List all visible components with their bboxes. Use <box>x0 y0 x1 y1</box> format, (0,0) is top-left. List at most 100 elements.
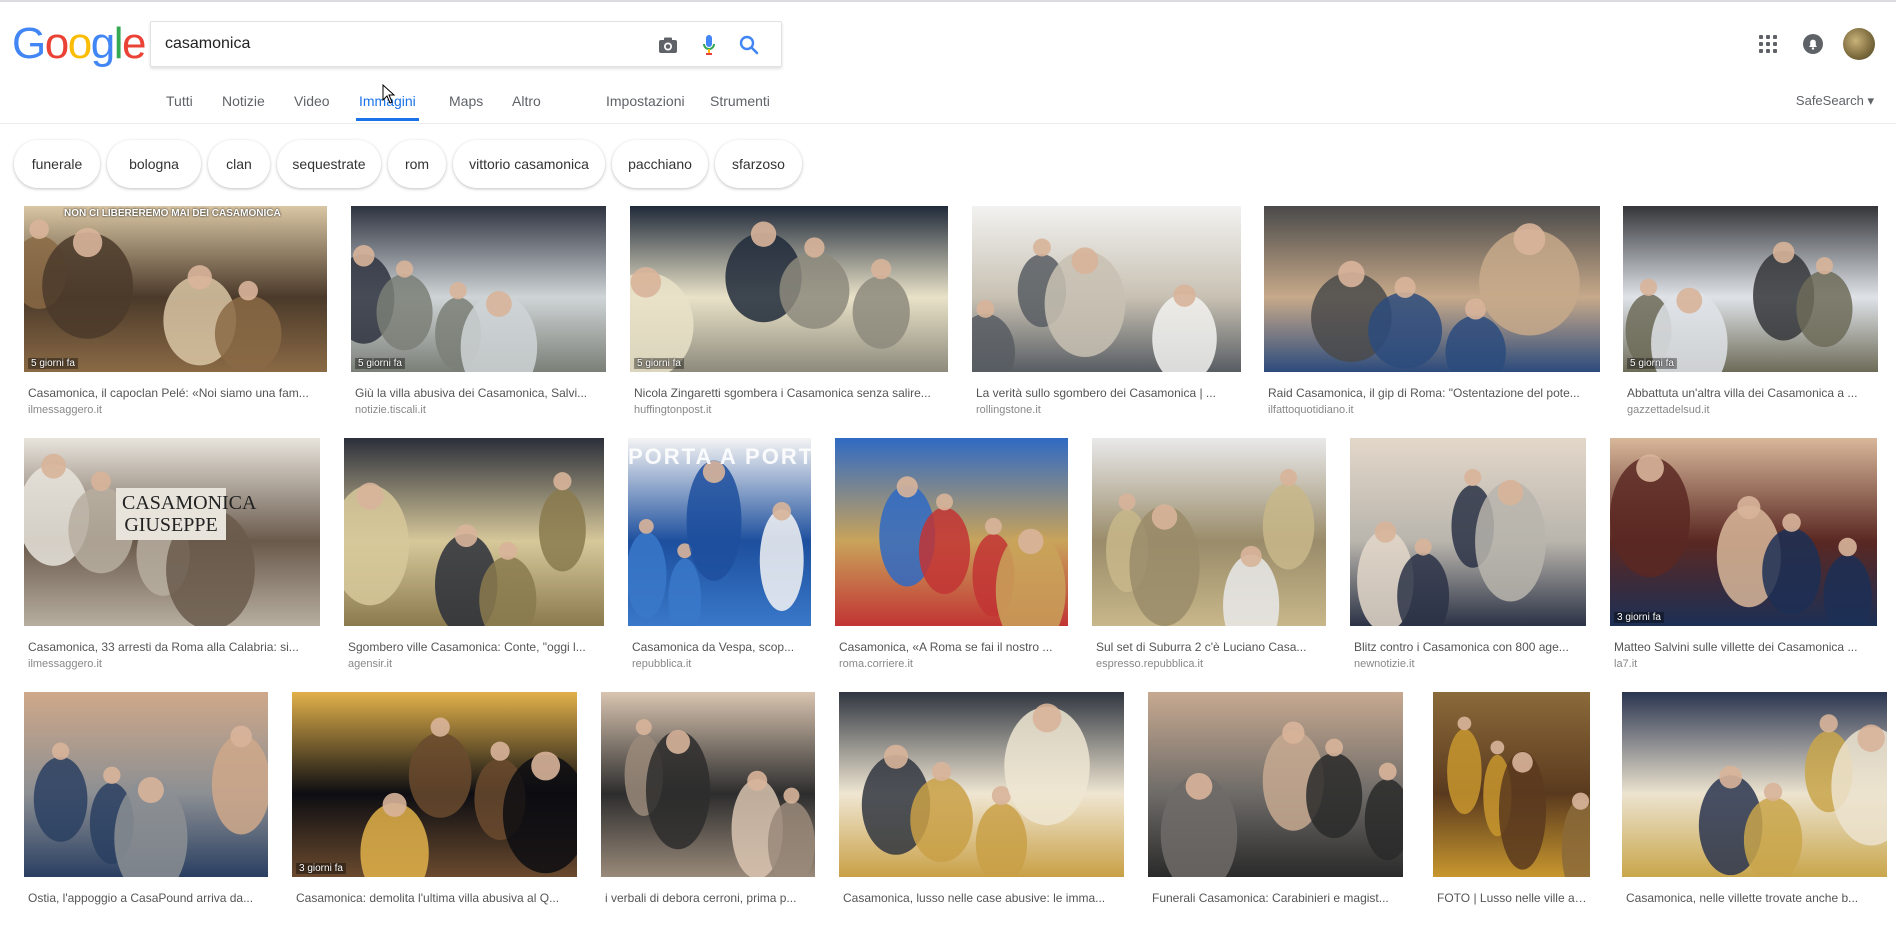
result-title[interactable]: FOTO | Lusso nelle ville ab... <box>1437 891 1588 905</box>
image-result[interactable]: 5 giorni fa Nicola Zingaretti sgombera i … <box>630 206 948 424</box>
result-thumbnail[interactable] <box>839 692 1124 877</box>
image-result[interactable]: Casamonica, «A Roma se fai il nostro ...… <box>835 438 1068 678</box>
image-result[interactable]: La verità sullo sgombero dei Casamonica … <box>972 206 1241 424</box>
result-title[interactable]: Ostia, l'appoggio a CasaPound arriva da.… <box>28 891 266 905</box>
result-title[interactable]: Funerali Casamonica: Carabinieri e magis… <box>1152 891 1401 905</box>
image-result[interactable]: Blitz contro i Casamonica con 800 age...… <box>1350 438 1586 678</box>
result-domain[interactable]: ilmessaggero.it <box>28 404 102 416</box>
notifications-icon[interactable] <box>1802 33 1824 55</box>
tab-impostazioni[interactable]: Impostazioni <box>606 93 685 109</box>
result-thumbnail[interactable]: NON CI LIBEREREMO MAI DEI CASAMONICA 5 gi… <box>24 206 327 372</box>
safesearch-menu[interactable]: SafeSearch ▾ <box>1796 93 1874 109</box>
chip-funerale[interactable]: funerale <box>14 140 100 188</box>
image-result[interactable]: FOTO | Lusso nelle ville ab... <box>1433 692 1590 929</box>
result-thumbnail[interactable] <box>24 692 268 877</box>
result-domain[interactable]: ilmessaggero.it <box>28 658 102 670</box>
result-title[interactable]: Casamonica, «A Roma se fai il nostro ... <box>839 640 1066 654</box>
image-result[interactable]: Casamonica, nelle villette trovate anche… <box>1622 692 1887 929</box>
chip-sequestrate[interactable]: sequestrate <box>277 140 381 188</box>
chip-sfarzoso[interactable]: sfarzoso <box>715 140 802 188</box>
result-title[interactable]: Casamonica da Vespa, scop... <box>632 640 809 654</box>
result-thumbnail[interactable]: 5 giorni fa <box>351 206 606 372</box>
tab-video[interactable]: Video <box>294 93 330 109</box>
image-result[interactable]: Raid Casamonica, il gip di Roma: "Ostent… <box>1264 206 1600 424</box>
tab-maps[interactable]: Maps <box>449 93 483 109</box>
search-icon[interactable] <box>737 33 761 57</box>
image-result[interactable]: NON CI LIBEREREMO MAI DEI CASAMONICA 5 gi… <box>24 206 327 424</box>
result-thumbnail[interactable]: CASAMONICA GIUSEPPE <box>24 438 320 626</box>
apps-grid-icon[interactable] <box>1759 35 1777 53</box>
image-result[interactable]: Funerali Casamonica: Carabinieri e magis… <box>1148 692 1403 929</box>
result-title[interactable]: Casamonica, lusso nelle case abusive: le… <box>843 891 1122 905</box>
image-result[interactable]: Sgombero ville Casamonica: Conte, "oggi … <box>344 438 604 678</box>
image-result[interactable]: PORTA A PORTA Casamonica da Vespa, scop..… <box>628 438 811 678</box>
chip-rom[interactable]: rom <box>388 140 446 188</box>
chip-bologna[interactable]: bologna <box>107 140 201 188</box>
google-logo[interactable]: Google <box>12 19 146 68</box>
tab-strumenti[interactable]: Strumenti <box>710 93 770 109</box>
result-thumbnail[interactable] <box>972 206 1241 372</box>
image-result[interactable]: CASAMONICA GIUSEPPE Casamonica, 33 arrest… <box>24 438 320 678</box>
result-title[interactable]: i verbali di debora cerroni, prima p... <box>605 891 813 905</box>
search-input[interactable] <box>165 31 645 57</box>
image-result[interactable]: 3 giorni fa Matteo Salvini sulle villette… <box>1610 438 1877 678</box>
result-domain[interactable]: newnotizie.it <box>1354 658 1415 670</box>
result-domain[interactable]: la7.it <box>1614 658 1637 670</box>
result-title[interactable]: La verità sullo sgombero dei Casamonica … <box>976 386 1239 400</box>
result-title[interactable]: Abbattuta un'altra villa dei Casamonica … <box>1627 386 1876 400</box>
result-domain[interactable]: huffingtonpost.it <box>634 404 711 416</box>
result-title[interactable]: Casamonica, nelle villette trovate anche… <box>1626 891 1885 905</box>
image-result[interactable]: 5 giorni fa Giù la villa abusiva dei Casa… <box>351 206 606 424</box>
chip-pacchiano[interactable]: pacchiano <box>612 140 708 188</box>
image-result[interactable]: Casamonica, lusso nelle case abusive: le… <box>839 692 1124 929</box>
image-result[interactable]: i verbali di debora cerroni, prima p... <box>601 692 815 929</box>
result-domain[interactable]: espresso.repubblica.it <box>1096 658 1203 670</box>
result-title[interactable]: Casamonica, il capoclan Pelé: «Noi siamo… <box>28 386 325 400</box>
image-result[interactable]: 3 giorni fa Casamonica: demolita l'ultima… <box>292 692 577 929</box>
result-domain[interactable]: notizie.tiscali.it <box>355 404 426 416</box>
result-thumbnail[interactable]: 3 giorni fa <box>1610 438 1877 626</box>
result-thumbnail[interactable] <box>1433 692 1590 877</box>
logo-letter: l <box>113 19 124 68</box>
result-title[interactable]: Nicola Zingaretti sgombera i Casamonica … <box>634 386 946 400</box>
result-domain[interactable]: repubblica.it <box>632 658 691 670</box>
microphone-icon[interactable] <box>697 33 721 57</box>
result-domain[interactable]: rollingstone.it <box>976 404 1041 416</box>
tab-notizie[interactable]: Notizie <box>222 93 265 109</box>
result-title[interactable]: Casamonica: demolita l'ultima villa abus… <box>296 891 575 905</box>
result-thumbnail[interactable] <box>1350 438 1586 626</box>
result-thumbnail[interactable] <box>1622 692 1887 877</box>
avatar[interactable] <box>1843 28 1875 60</box>
result-domain[interactable]: agensir.it <box>348 658 392 670</box>
result-thumbnail[interactable] <box>1264 206 1600 372</box>
result-thumbnail[interactable] <box>835 438 1068 626</box>
result-domain[interactable]: gazzettadelsud.it <box>1627 404 1710 416</box>
chip-clan[interactable]: clan <box>208 140 270 188</box>
result-title[interactable]: Matteo Salvini sulle villette dei Casamo… <box>1614 640 1875 654</box>
image-result[interactable]: 5 giorni fa Abbattuta un'altra villa dei … <box>1623 206 1878 424</box>
result-thumbnail[interactable] <box>1092 438 1326 626</box>
result-domain[interactable]: roma.corriere.it <box>839 658 913 670</box>
result-title[interactable]: Giù la villa abusiva dei Casamonica, Sal… <box>355 386 604 400</box>
image-result[interactable]: Ostia, l'appoggio a CasaPound arriva da.… <box>24 692 268 929</box>
logo-letter: o <box>44 19 69 68</box>
result-thumbnail[interactable]: 5 giorni fa <box>1623 206 1878 372</box>
result-domain[interactable]: ilfattoquotidiano.it <box>1268 404 1354 416</box>
image-result[interactable]: Sul set di Suburra 2 c'è Luciano Casa...… <box>1092 438 1326 678</box>
chip-vittorio-casamonica[interactable]: vittorio casamonica <box>453 140 605 188</box>
camera-icon[interactable] <box>656 33 680 57</box>
result-thumbnail[interactable] <box>601 692 815 877</box>
result-title[interactable]: Sul set di Suburra 2 c'è Luciano Casa... <box>1096 640 1324 654</box>
result-title[interactable]: Sgombero ville Casamonica: Conte, "oggi … <box>348 640 602 654</box>
result-title[interactable]: Raid Casamonica, il gip di Roma: "Ostent… <box>1268 386 1598 400</box>
tab-altro[interactable]: Altro <box>512 93 541 109</box>
result-thumbnail[interactable] <box>1148 692 1403 877</box>
result-thumbnail[interactable]: 5 giorni fa <box>630 206 948 372</box>
logo-letter: o <box>67 19 92 68</box>
result-thumbnail[interactable]: 3 giorni fa <box>292 692 577 877</box>
result-title[interactable]: Casamonica, 33 arresti da Roma alla Cala… <box>28 640 318 654</box>
result-thumbnail[interactable] <box>344 438 604 626</box>
result-title[interactable]: Blitz contro i Casamonica con 800 age... <box>1354 640 1584 654</box>
tab-tutti[interactable]: Tutti <box>166 93 193 109</box>
result-thumbnail[interactable]: PORTA A PORTA <box>628 438 811 626</box>
